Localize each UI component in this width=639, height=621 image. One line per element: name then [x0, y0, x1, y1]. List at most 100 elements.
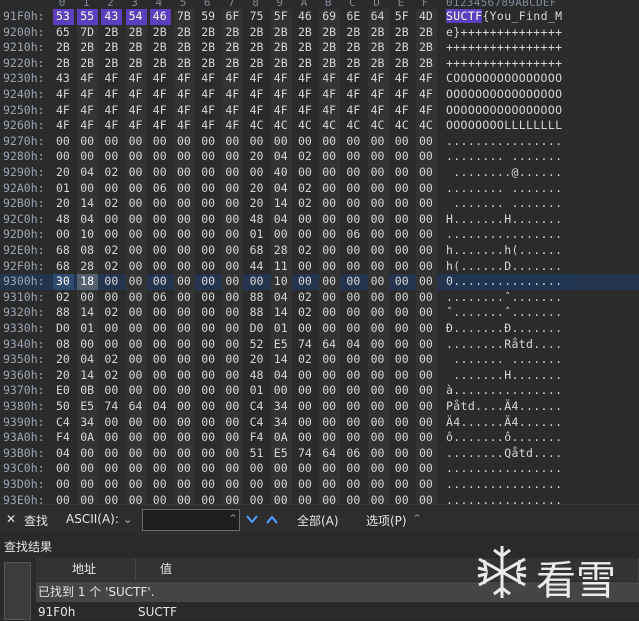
hex-byte[interactable]: 00 — [392, 493, 413, 504]
hex-byte[interactable]: 02 — [101, 259, 122, 275]
hex-byte[interactable]: 55 — [77, 9, 99, 25]
hex-byte[interactable]: F4 — [53, 430, 74, 446]
hex-byte[interactable]: 4F — [174, 118, 195, 134]
hex-byte[interactable]: 04 — [270, 367, 292, 384]
hex-byte[interactable]: D0 — [53, 321, 74, 337]
hex-byte[interactable]: F4 — [247, 430, 268, 446]
hex-byte[interactable]: 34 — [270, 414, 292, 431]
hex-byte[interactable]: 2B — [270, 40, 292, 56]
hex-row[interactable]: 92F0h: 68 28 02 00 00 00 00 00 44 11 00 00 00 00 00 00 h(… — [0, 258, 639, 275]
hex-byte[interactable]: 00 — [319, 211, 341, 228]
hex-byte[interactable]: 4F — [150, 71, 171, 87]
hex-byte[interactable]: 00 — [319, 477, 341, 493]
hex-byte[interactable]: 00 — [198, 446, 219, 462]
hex-row[interactable]: 92D0h: 00 10 00 00 00 00 00 00 01 00 00 00 06 00 00 00..… — [0, 227, 639, 243]
hex-byte[interactable]: 00 — [367, 367, 389, 384]
hex-byte[interactable]: 02 — [295, 181, 316, 197]
hex-byte[interactable]: 00 — [367, 492, 389, 504]
ascii-text[interactable]: 0............... — [446, 274, 574, 290]
hex-byte[interactable]: 00 — [150, 196, 171, 212]
hex-byte[interactable]: 00 — [125, 430, 147, 446]
hex-byte[interactable]: 00 — [77, 149, 99, 165]
hex-byte[interactable]: 00 — [367, 243, 389, 259]
hex-byte[interactable]: 4F — [101, 118, 122, 134]
hex-byte[interactable]: 00 — [150, 134, 171, 150]
hex-byte[interactable]: 2B — [367, 24, 389, 41]
hex-byte[interactable]: 01 — [77, 321, 99, 337]
hex-byte[interactable]: 00 — [343, 493, 364, 504]
hex-byte[interactable]: 00 — [295, 212, 316, 228]
hex-byte[interactable]: 00 — [416, 274, 437, 290]
hex-byte[interactable]: 88 — [53, 305, 74, 321]
hex-byte[interactable]: 00 — [198, 165, 219, 181]
hex-byte[interactable]: 02 — [295, 243, 316, 259]
hex-byte[interactable]: 20 — [53, 165, 74, 181]
hex-byte[interactable]: 00 — [392, 321, 413, 337]
hex-byte[interactable]: 2B — [319, 55, 341, 72]
hex-byte[interactable]: 00 — [125, 492, 147, 504]
hex-byte[interactable]: 00 — [150, 212, 171, 228]
hex-byte[interactable]: 2B — [198, 40, 219, 56]
hex-byte[interactable]: 00 — [343, 430, 364, 446]
hex-byte[interactable]: 4F — [198, 87, 219, 103]
hex-byte[interactable]: 00 — [416, 243, 437, 259]
hex-byte[interactable]: 6E — [343, 9, 364, 25]
hex-byte[interactable]: 00 — [416, 430, 437, 446]
hex-row[interactable]: 9210h: 2B 2B 2B 2B 2B 2B 2B 2B 2B 2B 2B 2B 2B 2B 2B 2B ++… — [0, 40, 639, 56]
ascii-text[interactable]: ˆ.......ˆ....... — [446, 305, 574, 321]
hex-byte[interactable]: 2B — [392, 40, 413, 56]
hex-byte[interactable]: 00 — [150, 383, 171, 399]
hex-byte[interactable]: 00 — [247, 274, 268, 290]
hex-byte[interactable]: 00 — [367, 399, 389, 415]
hex-byte[interactable]: 43 — [101, 9, 123, 25]
hex-byte[interactable]: 00 — [198, 134, 219, 150]
hex-byte[interactable]: 00 — [53, 227, 74, 243]
hex-byte[interactable]: 4F — [319, 87, 341, 103]
hex-byte[interactable]: 00 — [174, 133, 195, 150]
hex-byte[interactable]: 00 — [101, 321, 122, 337]
hex-byte[interactable]: 2B — [295, 25, 316, 41]
hex-byte[interactable]: 00 — [222, 165, 244, 181]
ascii-text[interactable]: H.......H....... — [446, 212, 574, 228]
hex-byte[interactable]: 00 — [392, 149, 413, 165]
ascii-text[interactable]: ................ — [446, 493, 574, 504]
hex-byte[interactable]: 00 — [392, 274, 413, 290]
hex-byte[interactable]: 00 — [222, 461, 244, 477]
hex-byte[interactable]: 00 — [392, 290, 413, 306]
hex-byte[interactable]: 75 — [247, 9, 268, 25]
hex-byte[interactable]: 00 — [222, 445, 244, 462]
hex-byte[interactable]: 4F — [343, 71, 364, 87]
hex-byte[interactable]: 00 — [198, 430, 219, 446]
hex-byte[interactable]: 00 — [101, 383, 122, 399]
hex-byte[interactable]: 00 — [174, 211, 195, 228]
hex-byte[interactable]: 4C — [367, 118, 389, 134]
close-icon[interactable]: ✕ — [6, 512, 16, 526]
hex-byte[interactable]: 00 — [367, 133, 389, 150]
ascii-text[interactable]: Påtd....Ä4...... — [446, 399, 574, 415]
hex-byte[interactable]: 00 — [416, 149, 437, 165]
hex-byte[interactable]: 00 — [392, 399, 413, 415]
hex-byte[interactable]: 00 — [222, 430, 244, 446]
hex-byte[interactable]: 4F — [295, 103, 316, 119]
hex-byte[interactable]: 4C — [247, 118, 268, 134]
ascii-text[interactable]: COOOOOOOOOOOOOOO — [446, 71, 574, 87]
hex-byte[interactable]: 4F — [343, 87, 364, 103]
hex-byte[interactable]: 00 — [77, 492, 99, 504]
hex-byte[interactable]: 00 — [174, 165, 195, 181]
hex-byte[interactable]: 00 — [53, 477, 74, 493]
hex-byte[interactable]: 00 — [416, 258, 437, 275]
hex-row[interactable]: 9380h: 50 E5 74 64 04 00 00 00 C4 34 00 00 00 00 00 00 På… — [0, 399, 639, 415]
hex-byte[interactable]: 00 — [416, 305, 437, 321]
ascii-text[interactable]: ........ ....... — [446, 149, 574, 165]
hex-byte[interactable]: 00 — [367, 211, 389, 228]
hex-byte[interactable]: 00 — [222, 289, 244, 306]
hex-byte[interactable]: 00 — [174, 321, 195, 337]
hex-byte[interactable]: 02 — [101, 305, 122, 321]
hex-byte[interactable]: 00 — [367, 258, 389, 275]
hex-byte[interactable]: 00 — [367, 461, 389, 477]
hex-byte[interactable]: 04 — [150, 399, 171, 415]
hex-byte[interactable]: 00 — [150, 352, 171, 368]
hex-byte[interactable]: 00 — [101, 461, 122, 477]
hex-byte[interactable]: 00 — [319, 399, 341, 415]
hex-byte[interactable]: 69 — [319, 9, 341, 25]
